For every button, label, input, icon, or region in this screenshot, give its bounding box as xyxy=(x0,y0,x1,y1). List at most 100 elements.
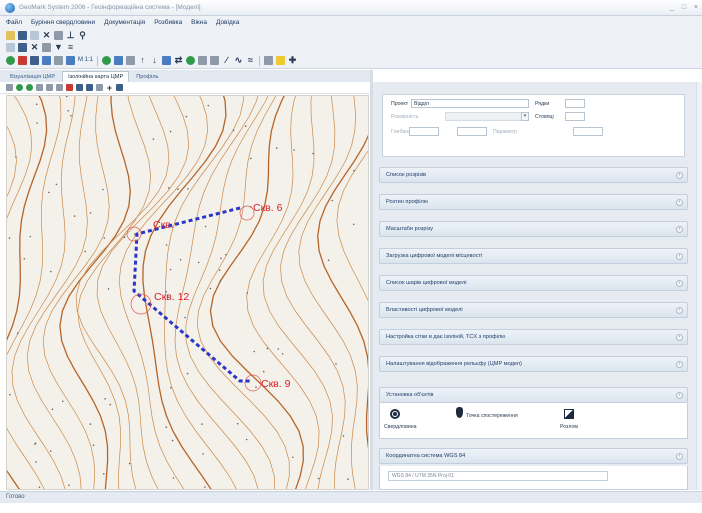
chevron-right-icon[interactable]: › xyxy=(676,333,683,341)
tab-visualization[interactable]: Візуалізація ЦМР xyxy=(4,71,61,82)
rows-field[interactable] xyxy=(565,99,585,108)
project-field[interactable]: Відділ xyxy=(411,99,529,108)
zoom-in-map-icon[interactable] xyxy=(16,84,23,91)
measure-icon[interactable] xyxy=(126,56,136,65)
zoom-in-icon[interactable] xyxy=(162,56,172,65)
export-icon[interactable] xyxy=(30,56,39,65)
terrain-point xyxy=(23,258,26,260)
highlight-icon[interactable] xyxy=(276,56,286,65)
maximize-button[interactable]: □ xyxy=(678,4,690,11)
clear-icon[interactable] xyxy=(66,84,73,91)
contour-map[interactable]: Скв. 6 Скв. Скв. 12 Скв. 9 xyxy=(6,95,369,490)
polyline-icon[interactable]: ∿ xyxy=(234,56,243,65)
menu-documents[interactable]: Документація xyxy=(104,19,145,26)
print-icon[interactable] xyxy=(264,56,274,65)
filter-icon[interactable]: ▼ xyxy=(54,42,63,52)
section-scales[interactable]: Масштаби розрізу › xyxy=(379,221,688,237)
scale-icon[interactable]: M 1:1 xyxy=(78,56,93,65)
plugin-icon[interactable]: ✚ xyxy=(288,56,297,65)
tab-contour-map[interactable]: Ізолінійна карта ЦМР xyxy=(62,71,130,82)
pan-icon[interactable] xyxy=(36,84,43,91)
menu-file[interactable]: Файл xyxy=(6,19,22,26)
layers-map-icon[interactable] xyxy=(96,84,103,91)
zoom-out-map-icon[interactable] xyxy=(26,84,33,91)
cut-icon[interactable]: ✕ xyxy=(30,42,39,52)
save-map-icon[interactable] xyxy=(76,84,83,91)
arrow-up-icon[interactable]: ↑ xyxy=(138,56,147,65)
close-button[interactable]: × xyxy=(690,4,702,11)
play-icon[interactable] xyxy=(102,56,112,65)
add-layer-icon[interactable]: + xyxy=(106,84,113,93)
coordinate-system-field[interactable]: WGS 84 / UTM 35N Proj-01 xyxy=(388,471,608,481)
chevron-right-icon[interactable]: › xyxy=(676,225,683,233)
tool-icon[interactable]: ⚲ xyxy=(78,30,87,40)
pin-icon[interactable]: ⊥ xyxy=(66,30,75,40)
tab-profile[interactable]: Профіль xyxy=(130,71,164,82)
section-profile-cut[interactable]: Розтин профілю › xyxy=(379,194,688,210)
section-model-properties[interactable]: Властивості цифрової моделі › xyxy=(379,302,688,318)
pointer-icon[interactable] xyxy=(6,84,13,91)
chevron-right-icon[interactable]: › xyxy=(676,279,683,287)
section-objects[interactable]: Установка об'єктів ‹ xyxy=(379,387,688,403)
profile-icon[interactable] xyxy=(210,56,220,65)
chevron-down-icon[interactable]: ‹ xyxy=(676,452,683,460)
fit-icon[interactable] xyxy=(46,84,53,91)
arrow-down-icon[interactable]: ↓ xyxy=(150,56,159,65)
terrain-point xyxy=(186,372,189,375)
save-all-icon[interactable] xyxy=(18,42,27,52)
section-model-layers[interactable]: Список шарів цифрової моделі › xyxy=(379,275,688,291)
save-icon[interactable] xyxy=(18,30,27,40)
panel-scrollbar[interactable] xyxy=(696,82,702,490)
remove-icon[interactable] xyxy=(18,56,27,65)
minimize-button[interactable]: _ xyxy=(666,4,678,11)
menu-windows[interactable]: Вікна xyxy=(191,19,207,26)
extra-field[interactable] xyxy=(573,127,603,136)
menu-layout[interactable]: Розбивка xyxy=(154,19,182,26)
depth-to-field[interactable] xyxy=(457,127,487,136)
chevron-down-icon[interactable]: ‹ xyxy=(676,391,683,399)
line-icon[interactable]: ∕ xyxy=(222,56,231,65)
import-icon[interactable] xyxy=(42,56,51,65)
chevron-right-icon[interactable]: › xyxy=(676,252,683,260)
chevron-down-icon[interactable]: ▾ xyxy=(521,112,529,121)
section-coordinate-system[interactable]: Координатна система WGS 84 ‹ xyxy=(379,448,688,464)
refresh-icon[interactable] xyxy=(186,56,196,65)
chevron-right-icon[interactable]: › xyxy=(676,360,683,368)
status-bar: Готово xyxy=(0,491,702,503)
chevron-right-icon[interactable]: › xyxy=(676,198,683,206)
layers-icon[interactable]: ≡ xyxy=(66,42,75,52)
menu-help[interactable]: Довідка xyxy=(216,19,239,26)
section-load-model[interactable]: Загрузка цифрової моделі місцевості › xyxy=(379,248,688,264)
section-sections-list[interactable]: Список розрізів › xyxy=(379,167,688,183)
section-relief-display[interactable]: Налаштування відображення рельєфу (ЦМР м… xyxy=(379,356,688,372)
new-icon[interactable] xyxy=(6,42,15,52)
copy-icon[interactable] xyxy=(42,42,51,52)
menu-drilling[interactable]: Буріння свердловини xyxy=(31,19,95,26)
cols-field[interactable] xyxy=(565,112,585,121)
terrain-point xyxy=(35,103,38,106)
grid-icon[interactable] xyxy=(54,56,63,65)
curve-icon[interactable]: ≈ xyxy=(246,56,255,65)
add-point-icon[interactable] xyxy=(6,56,15,65)
contour-line xyxy=(280,96,346,489)
route-icon[interactable] xyxy=(114,56,124,65)
terrain-point xyxy=(8,237,11,239)
section-grid-settings[interactable]: Настройка сітки в дає ізоліній, TCX з пр… xyxy=(379,329,688,345)
open-icon[interactable] xyxy=(6,30,15,40)
settings-icon[interactable] xyxy=(54,30,63,40)
chevron-right-icon[interactable]: › xyxy=(676,306,683,314)
contour-icon[interactable] xyxy=(198,56,208,65)
depth-from-field[interactable] xyxy=(409,127,439,136)
grid-map-icon[interactable] xyxy=(116,84,123,91)
document-icon[interactable] xyxy=(30,30,39,40)
object-fault-button[interactable]: Розлом xyxy=(558,407,598,435)
print-map-icon[interactable] xyxy=(86,84,93,91)
object-point-button[interactable]: Точка спостереження xyxy=(452,405,542,435)
delete-icon[interactable]: ✕ xyxy=(42,30,51,40)
link-icon[interactable]: ⇄ xyxy=(174,56,183,65)
table-icon[interactable] xyxy=(66,56,75,65)
rotate-icon[interactable] xyxy=(56,84,63,91)
chevron-right-icon[interactable]: › xyxy=(676,171,683,179)
object-well-button[interactable]: Свердловина xyxy=(380,407,440,435)
dimension-field[interactable] xyxy=(445,112,529,121)
